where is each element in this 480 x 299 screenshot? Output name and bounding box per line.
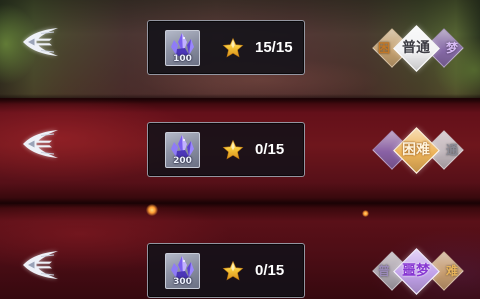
difficulty-label-left: 普: [377, 264, 390, 278]
stage-row: 300 0/15 普 难 噩梦: [0, 223, 480, 299]
star-progress: 0/15: [255, 141, 285, 158]
reward-amount: 100: [173, 54, 192, 64]
ember-particle: [362, 210, 369, 217]
difficulty-selector[interactable]: 普 难 噩梦: [366, 247, 472, 295]
emblem-icon: [21, 249, 61, 281]
emblem-icon: [21, 26, 61, 58]
difficulty-label-selected: 普通: [402, 40, 430, 56]
difficulty-label-right: 难: [445, 264, 458, 278]
star-icon: [222, 260, 244, 281]
emblem-icon: [21, 128, 61, 160]
difficulty-label-left: 困: [377, 41, 390, 55]
difficulty-option-selected[interactable]: 噩梦: [392, 247, 440, 295]
reward-item[interactable]: 200: [165, 132, 200, 168]
star-progress: 0/15: [255, 262, 285, 279]
difficulty-label-right: 通: [445, 143, 458, 157]
star-progress: 15/15: [255, 39, 293, 56]
reward-panel[interactable]: 100 15/15: [147, 20, 305, 75]
difficulty-label-selected: 噩梦: [402, 263, 430, 279]
difficulty-selector[interactable]: 困 梦 普通: [366, 24, 472, 72]
difficulty-option-selected[interactable]: 困难: [392, 126, 440, 174]
difficulty-option-selected[interactable]: 普通: [392, 24, 440, 72]
difficulty-selector[interactable]: 通 困难: [366, 126, 472, 174]
reward-amount: 300: [173, 277, 192, 287]
star-icon: [222, 37, 244, 58]
stage-row: 200 0/15 通 困难: [0, 102, 480, 178]
star-icon: [222, 139, 244, 160]
stage-row: 100 15/15 困 梦 普通: [0, 0, 480, 76]
difficulty-label-selected: 困难: [402, 142, 430, 158]
difficulty-label-right: 梦: [445, 41, 458, 55]
reward-item[interactable]: 300: [165, 253, 200, 289]
row-separator: [0, 198, 480, 208]
ember-particle: [146, 204, 158, 216]
reward-panel[interactable]: 300 0/15: [147, 243, 305, 298]
reward-amount: 200: [173, 156, 192, 166]
reward-panel[interactable]: 200 0/15: [147, 122, 305, 177]
reward-item[interactable]: 100: [165, 30, 200, 66]
